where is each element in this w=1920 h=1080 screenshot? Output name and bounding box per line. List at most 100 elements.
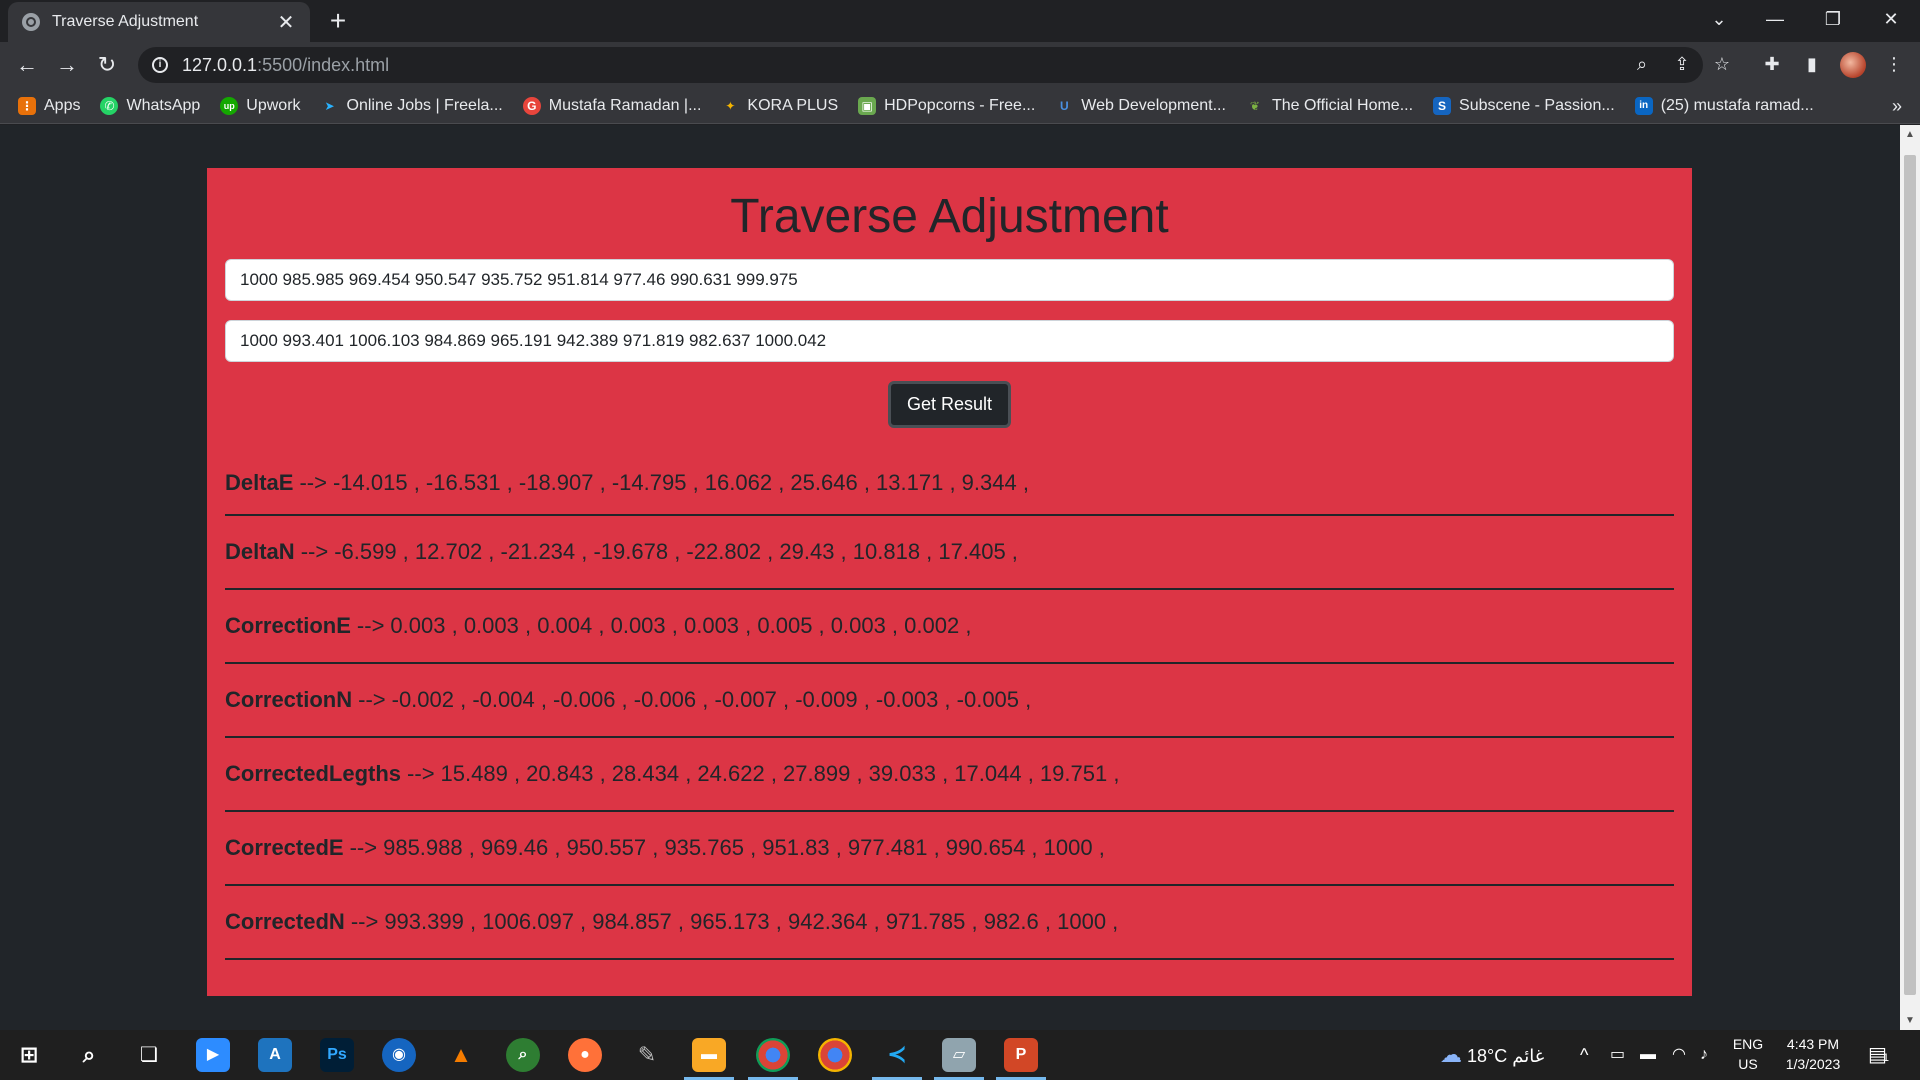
side-panel-icon[interactable]: ▮: [1798, 50, 1826, 78]
result-delta-e: DeltaE --> -14.015 , -16.531 , -18.907 , -…: [225, 452, 1674, 516]
site-info-icon[interactable]: i: [152, 57, 168, 73]
extensions-icon[interactable]: ✚: [1758, 50, 1786, 78]
autodesk-icon[interactable]: A: [258, 1038, 292, 1072]
tab-title: Traverse Adjustment: [52, 13, 199, 30]
linkedin-icon: in: [1634, 96, 1653, 115]
result-values: -0.002 , -0.004 , -0.006 , -0.006 , -0.0…: [391, 687, 1032, 712]
whatsapp-icon: ✆: [100, 96, 119, 115]
bookmark-star-icon[interactable]: ☆: [1708, 50, 1736, 78]
address-bar[interactable]: i 127.0.0.1:5500/index.html: [138, 47, 1703, 83]
freelancer-icon: ➤: [324, 98, 335, 113]
close-tab-icon[interactable]: ✕: [276, 10, 296, 35]
bookmark-apps[interactable]: ⋮ Apps: [18, 96, 80, 115]
more-bookmarks-icon[interactable]: »: [1892, 96, 1902, 117]
language-indicator[interactable]: ENG US: [1728, 1036, 1768, 1072]
paint-icon[interactable]: ✎: [630, 1038, 664, 1072]
result-values: 993.399 , 1006.097 , 984.857 , 965.173 ,…: [384, 909, 1119, 934]
task-view-icon[interactable]: ❏: [132, 1038, 166, 1072]
meet-now-icon[interactable]: ▭: [1610, 1030, 1625, 1080]
result-arrow: -->: [407, 761, 435, 786]
minimize-button[interactable]: —: [1750, 0, 1800, 40]
chrome-icon[interactable]: [748, 1038, 798, 1080]
bookmark-upwork[interactable]: up Upwork: [220, 96, 301, 115]
bookmark-mustafa[interactable]: G Mustafa Ramadan |...: [522, 96, 701, 115]
notification-center-icon[interactable]: ▤1: [1868, 1030, 1889, 1080]
photoshop-icon[interactable]: Ps: [320, 1038, 354, 1072]
windows-taskbar: ⊞ ⌕ ❏ ▶ A Ps ◉ ▲ ⌕ ● ✎ ▬ ≺ ▱ P ☁ 18°C غا…: [0, 1030, 1920, 1080]
northings-input[interactable]: [225, 320, 1674, 362]
show-hidden-icons[interactable]: ^: [1580, 1030, 1588, 1080]
chrome-profile-icon[interactable]: [818, 1038, 852, 1072]
traverse-card: Traverse Adjustment Get Result DeltaE-->…: [207, 168, 1692, 996]
clock[interactable]: 4:43 PM 1/3/2023: [1778, 1036, 1848, 1072]
reload-button[interactable]: ↻: [92, 50, 122, 80]
tab-strip: Traverse Adjustment ✕ + ⌄ — ❐ ✕: [0, 0, 1920, 42]
result-values: 985.988 , 969.46 , 950.557 , 935.765 , 9…: [383, 835, 1105, 860]
zoom-app-icon[interactable]: ▶: [196, 1038, 230, 1072]
apps-grid-icon: ⋮: [18, 96, 36, 115]
result-arrow: -->: [300, 539, 329, 564]
restore-button[interactable]: ❐: [1808, 0, 1858, 40]
scroll-up-icon[interactable]: ▲: [1900, 129, 1920, 140]
bookmark-web-development[interactable]: U Web Development...: [1055, 97, 1226, 115]
volume-icon[interactable]: ♪: [1700, 1030, 1708, 1080]
weather-widget[interactable]: ☁ 18°C غائم: [1440, 1030, 1544, 1080]
tab-search-icon[interactable]: ⌄: [1694, 0, 1744, 40]
zoom-icon[interactable]: ⌕: [1628, 50, 1656, 78]
battery-icon[interactable]: ▬: [1640, 1030, 1656, 1080]
result-values: 15.489 , 20.843 , 28.434 , 24.622 , 27.8…: [440, 761, 1120, 786]
result-delta-n: DeltaN --> -6.599 , 12.702 , -21.234 , -19…: [225, 516, 1674, 590]
vscode-icon[interactable]: ≺: [872, 1038, 922, 1080]
result-label: DeltaN: [225, 539, 295, 564]
new-tab-button[interactable]: +: [322, 6, 354, 38]
menu-icon[interactable]: ⋮: [1880, 50, 1908, 78]
result-corrected-lengths: CorrectedLegths --> 15.489 , 20.843 , 28.4…: [225, 738, 1674, 812]
magnifier-app-icon[interactable]: ⌕: [506, 1038, 540, 1072]
profile-site-icon: G: [522, 96, 541, 115]
bookmark-kora-plus[interactable]: ✦ KORA PLUS: [721, 97, 838, 115]
get-result-button[interactable]: Get Result: [887, 381, 1012, 428]
scrollbar-thumb[interactable]: [1904, 155, 1916, 995]
bookmarks-bar: ⋮ Apps ✆ WhatsApp up Upwork ➤ Online Jobs | …: [0, 88, 1920, 124]
powerpoint-icon[interactable]: P: [996, 1038, 1046, 1080]
notes-app-icon[interactable]: ▱: [934, 1038, 984, 1080]
subscene-icon: S: [1433, 96, 1452, 115]
bookmark-freelancer[interactable]: ➤ Online Jobs | Freela...: [321, 97, 502, 115]
profile-avatar[interactable]: [1840, 52, 1866, 78]
browser-tab[interactable]: Traverse Adjustment ✕: [8, 2, 310, 42]
app-circle-icon[interactable]: ◉: [382, 1038, 416, 1072]
bookmark-official-home[interactable]: ❦ The Official Home...: [1246, 97, 1413, 115]
wifi-icon[interactable]: ◠: [1672, 1030, 1686, 1080]
udemy-icon: U: [1059, 98, 1069, 113]
forward-button[interactable]: →: [52, 50, 82, 80]
result-label: CorrectionE: [225, 613, 351, 638]
weather-text: غائم: [1512, 1046, 1545, 1066]
share-icon[interactable]: ⇪: [1668, 50, 1696, 78]
scroll-down-icon[interactable]: ▼: [1900, 1015, 1920, 1026]
weather-temp: 18°C: [1467, 1046, 1508, 1066]
page-scrollbar[interactable]: ▲ ▼: [1900, 125, 1920, 1030]
bookmark-whatsapp[interactable]: ✆ WhatsApp: [100, 96, 200, 115]
firefox-icon[interactable]: ●: [568, 1038, 602, 1072]
result-values: -6.599 , 12.702 , -21.234 , -19.678 , -2…: [334, 539, 1018, 564]
globe-icon: [22, 13, 40, 31]
result-arrow: -->: [299, 470, 327, 495]
result-values: -14.015 , -16.531 , -18.907 , -14.795 , …: [332, 470, 1029, 495]
page-viewport: Traverse Adjustment Get Result DeltaE-->…: [0, 125, 1900, 1030]
close-window-button[interactable]: ✕: [1866, 0, 1916, 40]
result-label: CorrectionN: [225, 687, 353, 712]
search-icon[interactable]: ⌕: [72, 1038, 106, 1072]
result-corrected-e: CorrectedE --> 985.988 , 969.46 , 950.557 …: [225, 812, 1674, 886]
back-button[interactable]: ←: [12, 50, 42, 80]
button-row: Get Result: [225, 381, 1674, 428]
leaf-icon: ❦: [1249, 98, 1260, 113]
result-label: DeltaE: [225, 470, 294, 495]
matlab-icon[interactable]: ▲: [444, 1038, 478, 1072]
eastings-input[interactable]: [225, 259, 1674, 301]
windows-start-icon[interactable]: ⊞: [12, 1038, 46, 1072]
file-explorer-icon[interactable]: ▬: [684, 1038, 734, 1080]
bookmark-hdpopcorns[interactable]: ▣ HDPopcorns - Free...: [858, 96, 1035, 115]
bookmark-linkedin[interactable]: in (25) mustafa ramad...: [1634, 96, 1814, 115]
bookmark-subscene[interactable]: S Subscene - Passion...: [1433, 96, 1615, 115]
result-arrow: -->: [350, 909, 379, 934]
